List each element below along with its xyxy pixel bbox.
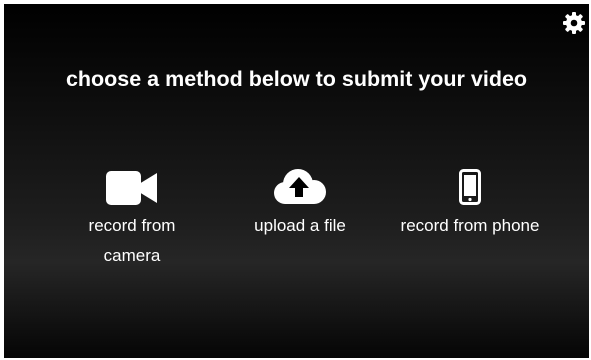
- video-submit-panel: choose a method below to submit your vid…: [4, 4, 589, 358]
- record-from-camera-label: record from camera: [88, 216, 176, 265]
- record-from-camera-button[interactable]: record from camera: [62, 161, 202, 271]
- video-camera-icon: [62, 161, 202, 205]
- cloud-upload-icon: [230, 161, 370, 205]
- record-from-phone-button[interactable]: record from phone: [380, 161, 560, 241]
- page-title: choose a method below to submit your vid…: [65, 67, 528, 91]
- upload-a-file-button[interactable]: upload a file: [230, 161, 370, 241]
- mobile-phone-icon: [380, 161, 560, 205]
- gear-icon[interactable]: [562, 11, 586, 35]
- upload-a-file-label: upload a file: [254, 216, 346, 235]
- record-from-phone-label: record from phone: [400, 216, 540, 235]
